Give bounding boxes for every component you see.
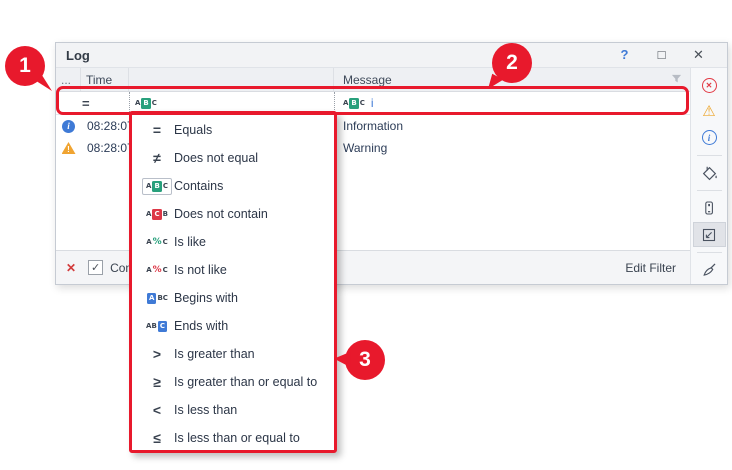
error-icon: ✕ (702, 78, 717, 93)
menu-item-does-not-contain[interactable]: ACB Does not contain (132, 200, 334, 228)
menu-item-is-like[interactable]: A%C Is like (132, 228, 334, 256)
greater-equal-icon: ≥ (153, 374, 161, 390)
column-header-unnamed[interactable] (129, 68, 334, 91)
sidebar-divider (697, 155, 722, 156)
device-button[interactable] (693, 196, 726, 220)
titlebar[interactable]: Log ? □ ✕ (56, 43, 727, 68)
resize-icon (701, 227, 717, 243)
equals-operator-icon[interactable]: = (82, 96, 90, 111)
menu-item-is-greater-or-equal[interactable]: ≥ Is greater than or equal to (132, 368, 334, 396)
filter-cell-message[interactable]: ABC i (334, 92, 690, 114)
maximize-icon[interactable]: □ (643, 47, 680, 63)
contains-icon[interactable]: ABC (135, 98, 157, 109)
greater-than-icon: > (153, 346, 161, 362)
message-cell: Information (334, 119, 690, 133)
window-title: Log (66, 48, 90, 63)
column-header-time[interactable]: Time (81, 68, 129, 91)
sidebar-divider (697, 190, 722, 191)
not-contains-icon: ACB (146, 209, 168, 220)
menu-item-is-less-or-equal[interactable]: ≤ Is less than or equal to (132, 424, 334, 452)
warning-filter-button[interactable]: ⚠ (693, 99, 726, 123)
paint-bucket-icon (701, 164, 718, 181)
filter-cell-time[interactable]: = (56, 92, 129, 114)
sidebar-divider (697, 252, 722, 253)
menu-item-contains[interactable]: ABC Contains (132, 172, 334, 200)
menu-item-is-less-than[interactable]: < Is less than (132, 396, 334, 424)
begins-with-icon: ABC (146, 293, 168, 304)
time-cell: 08:28:07 (81, 141, 129, 155)
not-equals-icon: ≠ (153, 150, 161, 166)
menu-item-does-not-equal[interactable]: ≠ Does not equal (132, 144, 334, 172)
menu-item-equals[interactable]: = Equals (132, 116, 334, 144)
broom-icon (701, 261, 718, 278)
is-not-like-icon: A%C (146, 265, 168, 275)
is-like-icon: A%C (146, 237, 168, 247)
filter-enabled-checkbox[interactable]: ✓ (88, 260, 103, 275)
edit-filter-button[interactable]: Edit Filter (625, 261, 676, 275)
annotation-callout-3: 3 (345, 340, 385, 380)
menu-item-begins-with[interactable]: ABC Begins with (132, 284, 334, 312)
resize-button[interactable] (693, 222, 726, 246)
filter-operator-menu: = Equals ≠ Does not equal ABC Contains A… (129, 111, 337, 453)
filter-funnel-icon[interactable] (671, 73, 682, 87)
contains-icon: ABC (142, 178, 172, 195)
annotation-callout-1: 1 (5, 46, 45, 86)
equals-icon: = (153, 122, 161, 138)
less-than-icon: < (153, 402, 161, 418)
annotation-callout-2: 2 (492, 43, 532, 83)
message-cell: Warning (334, 141, 690, 155)
clear-log-button[interactable] (693, 258, 726, 282)
toolbar-sidebar: ✕ ⚠ i (690, 68, 727, 284)
phone-icon (701, 200, 717, 216)
column-header-icon[interactable]: ... (56, 68, 81, 91)
information-icon: i (62, 120, 75, 133)
info-icon: i (702, 130, 717, 145)
warning-icon: ⚠ (702, 104, 715, 119)
grid-header: ... Time Message (56, 68, 690, 92)
contains-icon[interactable]: ABC (343, 98, 365, 109)
error-filter-button[interactable]: ✕ (693, 73, 726, 97)
close-icon[interactable]: ✕ (680, 47, 717, 63)
less-equal-icon: ≤ (153, 430, 161, 446)
menu-item-ends-with[interactable]: ABC Ends with (132, 312, 334, 340)
filter-value-input[interactable]: i (371, 96, 374, 110)
ends-with-icon: ABC (146, 321, 168, 332)
menu-item-is-greater-than[interactable]: > Is greater than (132, 340, 334, 368)
highlight-button[interactable] (693, 161, 726, 185)
info-filter-button[interactable]: i (693, 126, 726, 150)
warning-icon: ! (62, 142, 76, 154)
time-cell: 08:28:07 (81, 119, 129, 133)
help-icon[interactable]: ? (606, 47, 643, 63)
menu-item-is-not-like[interactable]: A%C Is not like (132, 256, 334, 284)
remove-filter-button[interactable]: ✕ (66, 261, 76, 275)
